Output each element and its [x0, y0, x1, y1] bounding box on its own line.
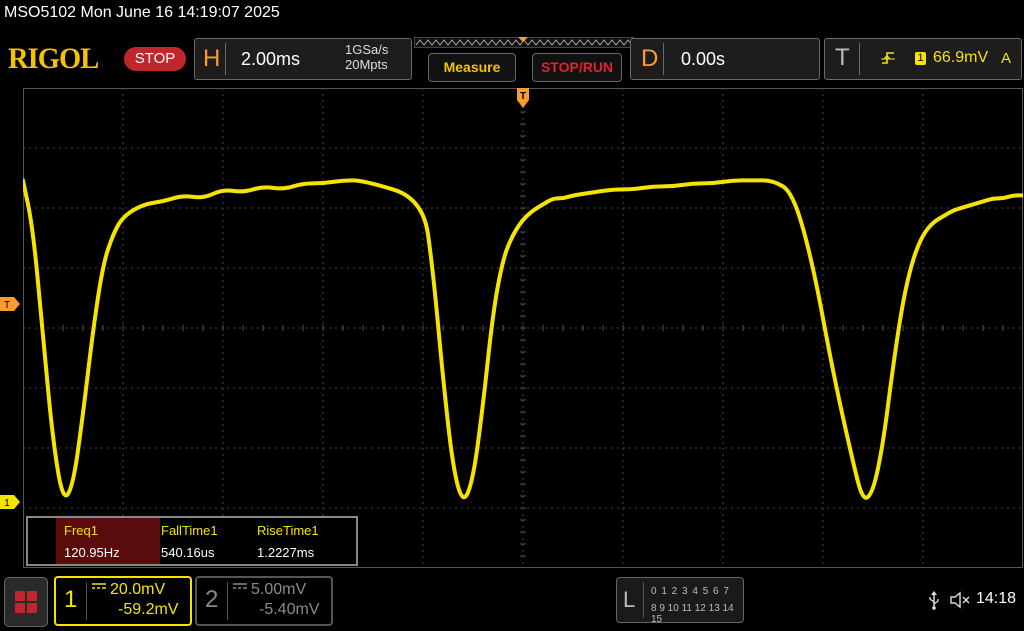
title-line: MSO5102 Mon June 16 14:19:07 2025 — [4, 4, 280, 21]
channel1-offset: -59.2mV — [118, 601, 179, 618]
trigger-label: T — [835, 44, 850, 71]
measurement-value: 120.95Hz — [64, 545, 120, 560]
trigger-position-marker[interactable]: T — [517, 88, 529, 108]
logic-channels-row1: 0 1 2 3 4 5 6 7 — [651, 586, 730, 597]
delay-panel[interactable]: D 0.00s — [630, 38, 820, 80]
usb-icon — [929, 591, 939, 610]
channel2-scale: 5.00mV — [251, 581, 307, 598]
channel2-offset: -5.40mV — [259, 601, 320, 618]
trigger-mode: A — [1001, 50, 1012, 67]
timebase-scale: 2.00ms — [241, 49, 301, 69]
sample-rate: 1GSa/s — [345, 42, 389, 57]
channel2-panel[interactable]: 2 5.00mV -5.40mV — [195, 576, 333, 626]
logic-analyzer-panel[interactable]: L 0 1 2 3 4 5 6 7 8 9 10 11 12 13 14 15 — [616, 577, 744, 625]
trigger-rising-edge-icon — [881, 52, 895, 64]
delay-label: D — [641, 45, 659, 72]
rigol-logo: RIGOL — [8, 42, 99, 75]
svg-text:T: T — [520, 91, 526, 102]
trigger-level: 66.9mV — [933, 49, 989, 66]
divider — [227, 582, 228, 620]
stop-run-button[interactable]: STOP/RUN — [532, 53, 622, 82]
measurement-label: RiseTime1 — [257, 523, 319, 538]
dc-coupling-icon — [92, 583, 106, 589]
menu-icon — [15, 591, 37, 613]
channel2-number: 2 — [205, 586, 219, 613]
measurement-label: FallTime1 — [161, 523, 218, 538]
waveform-display[interactable]: T — [23, 88, 1023, 568]
divider — [859, 43, 860, 75]
svg-text:T: T — [4, 300, 10, 311]
measurement-value: 540.16us — [161, 545, 215, 560]
graticule — [23, 88, 1023, 568]
svg-text:1: 1 — [4, 498, 10, 509]
run-state-badge[interactable]: STOP — [124, 47, 186, 71]
measurement-falltime[interactable]: FallTime1 540.16us — [153, 518, 249, 564]
memory-depth: 20Mpts — [345, 57, 388, 72]
speaker-muted-icon[interactable] — [950, 591, 972, 609]
channel1-trace — [23, 178, 1023, 500]
measurement-freq[interactable]: Freq1 120.95Hz — [56, 518, 160, 564]
divider — [663, 43, 664, 75]
delay-value: 0.00s — [681, 49, 726, 69]
trigger-level-marker[interactable]: T — [0, 297, 20, 311]
status-clock: 14:18 — [976, 590, 1017, 607]
horizontal-label: H — [203, 45, 221, 72]
menu-button[interactable] — [4, 577, 48, 627]
channel1-ground-marker[interactable]: 1 — [0, 495, 20, 509]
measurement-label: Freq1 — [64, 523, 98, 538]
trigger-panel[interactable]: T 1 66.9mV A — [824, 38, 1022, 80]
dc-coupling-icon — [233, 583, 247, 589]
measurement-results[interactable]: Freq1 120.95Hz FallTime1 540.16us RiseTi… — [26, 516, 358, 566]
logic-label: L — [623, 587, 636, 612]
waveform-overview-strip[interactable] — [414, 37, 634, 48]
channel1-panel[interactable]: 1 20.0mV -59.2mV — [54, 576, 192, 626]
measurement-value: 1.2227ms — [257, 545, 315, 560]
horizontal-panel[interactable]: H 2.00ms 1GSa/s 20Mpts — [194, 38, 412, 80]
measure-button[interactable]: Measure — [428, 53, 516, 82]
channel1-scale: 20.0mV — [110, 581, 166, 598]
divider — [643, 582, 644, 618]
divider — [86, 582, 87, 620]
measurement-risetime[interactable]: RiseTime1 1.2227ms — [249, 518, 349, 564]
channel1-number: 1 — [64, 586, 78, 613]
trigger-source-badge: 1 — [915, 52, 926, 65]
divider — [225, 43, 226, 75]
logic-channels-row2: 8 9 10 11 12 13 14 15 — [651, 603, 734, 625]
